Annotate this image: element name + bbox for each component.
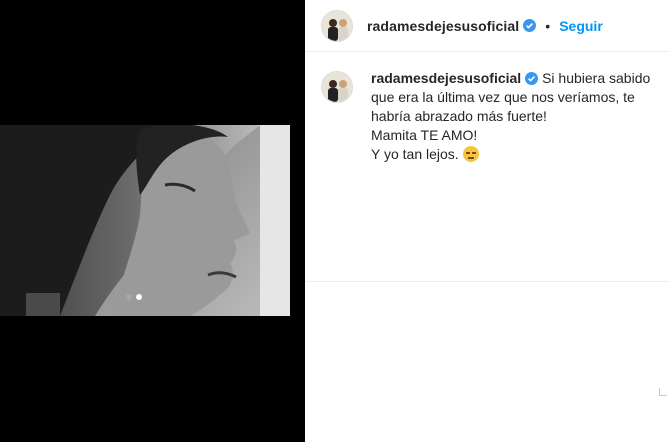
- separator-dot: •: [545, 17, 551, 34]
- post-side-pane: radamesdejesusoficial • Seguir radamesde…: [305, 0, 670, 442]
- avatar-image: [322, 10, 352, 41]
- follow-button[interactable]: Seguir: [559, 18, 603, 34]
- avatar-image: [322, 72, 352, 102]
- post-photo[interactable]: [0, 125, 290, 316]
- post-caption: radamesdejesusoficial Si hubiera sabido …: [305, 52, 670, 282]
- caption-line: habría abrazado más fuerte!: [371, 108, 547, 124]
- woman-profile-photo: [0, 125, 290, 316]
- verified-badge-icon: [523, 19, 537, 32]
- verified-badge-icon: [525, 72, 539, 85]
- caption-line: que era la última vez que nos veríamos, …: [371, 89, 635, 105]
- caption-line: Mamita TE AMO!: [371, 127, 478, 143]
- header-username[interactable]: radamesdejesusoficial: [367, 18, 519, 34]
- caption-avatar[interactable]: [321, 71, 353, 103]
- caption-username[interactable]: radamesdejesusoficial: [371, 70, 521, 86]
- scroll-indicator-icon[interactable]: [659, 388, 667, 396]
- carousel-dot-active[interactable]: [136, 294, 142, 300]
- caption-line: Si hubiera sabido: [542, 70, 651, 86]
- avatar[interactable]: [321, 9, 353, 42]
- post-header: radamesdejesusoficial • Seguir: [305, 0, 670, 52]
- caption-text: radamesdejesusoficial Si hubiera sabido …: [371, 69, 654, 281]
- carousel-indicator: [126, 294, 142, 300]
- post-media-pane: [0, 0, 305, 442]
- pensive-face-emoji-icon: [462, 146, 479, 162]
- caption-line: Y yo tan lejos.: [371, 146, 463, 162]
- carousel-dot[interactable]: [126, 294, 132, 300]
